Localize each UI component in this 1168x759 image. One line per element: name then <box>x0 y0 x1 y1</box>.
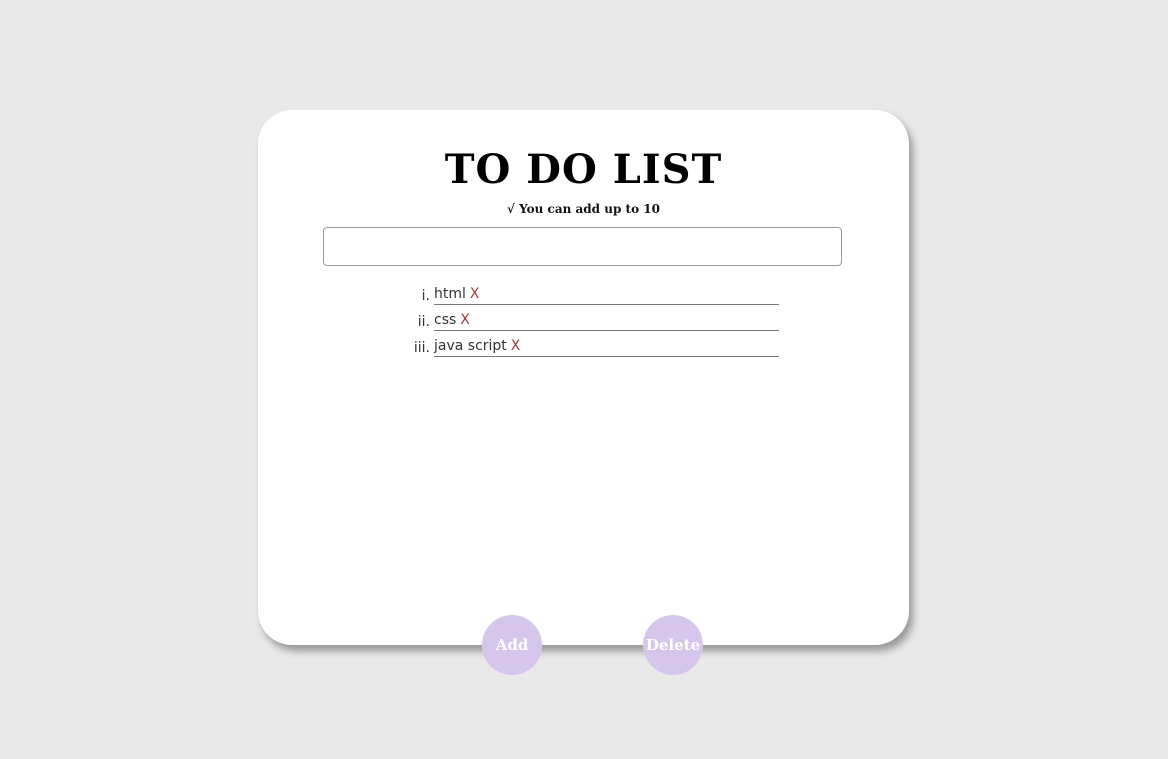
page-title: TO DO LIST <box>444 146 723 193</box>
task-input[interactable] <box>323 227 842 266</box>
list-item: i. html X <box>422 283 779 309</box>
remove-item-button[interactable]: X <box>460 312 470 328</box>
list-item-text: html <box>434 286 466 302</box>
add-button[interactable]: Add <box>482 615 542 675</box>
list-item-number: ii. <box>417 314 430 330</box>
list-item-body: html X <box>434 283 779 305</box>
list-item: ii. css X <box>418 309 779 335</box>
task-list: i. html X ii. css X iii. java script X <box>414 283 779 361</box>
subtitle: √ You can add up to 10 <box>507 202 660 216</box>
list-item-number: i. <box>421 288 430 304</box>
list-item: iii. java script X <box>414 335 779 361</box>
list-item-body: java script X <box>434 335 779 357</box>
delete-button[interactable]: Delete <box>643 615 703 675</box>
list-item-text: java script <box>434 338 507 354</box>
list-item-text: css <box>434 312 457 328</box>
remove-item-button[interactable]: X <box>470 286 480 302</box>
list-item-number: iii. <box>413 340 430 356</box>
todo-card: TO DO LIST √ You can add up to 10 i. htm… <box>258 110 909 645</box>
list-item-body: css X <box>434 309 779 331</box>
remove-item-button[interactable]: X <box>511 338 521 354</box>
